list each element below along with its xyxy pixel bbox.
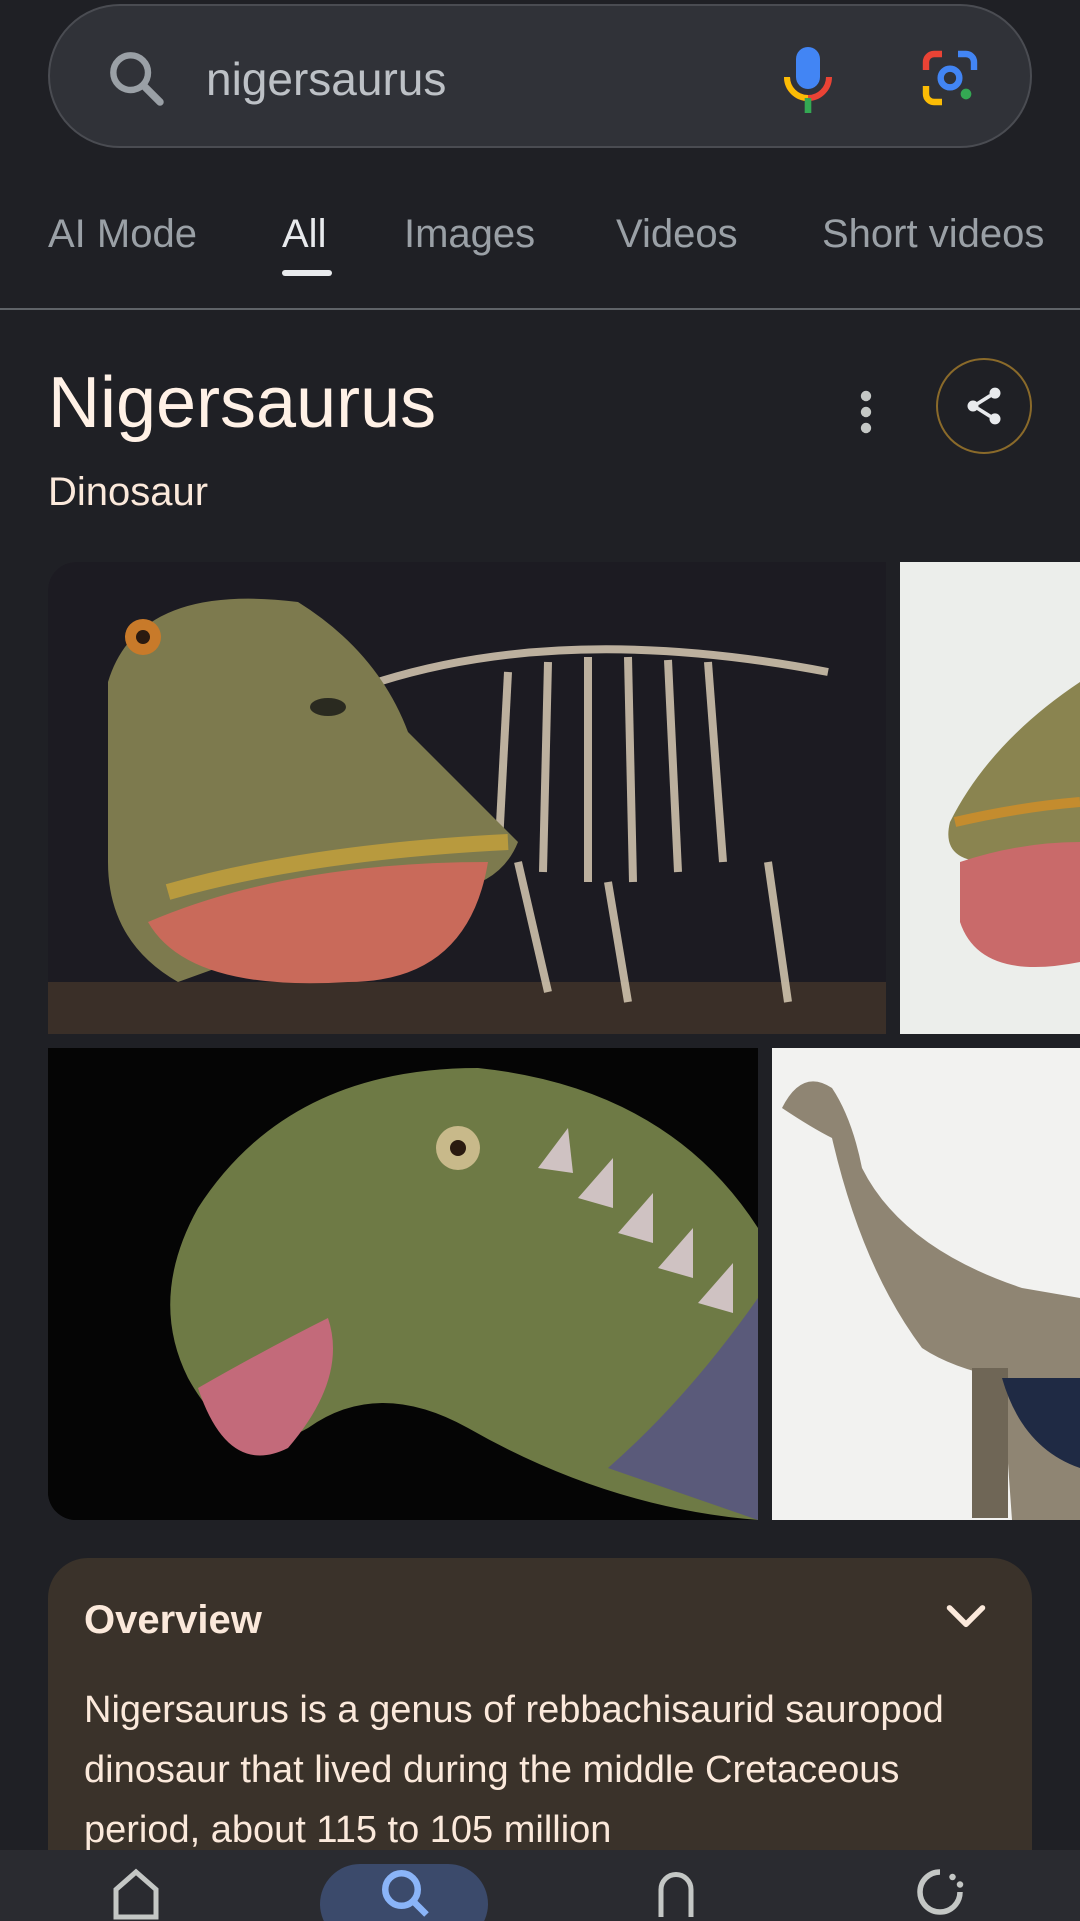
- tab-images[interactable]: Images: [404, 212, 535, 257]
- overview-text: Nigersaurus is a genus of rebbachisaurid…: [84, 1689, 944, 1851]
- tab-short-videos[interactable]: Short videos: [822, 212, 1044, 257]
- search-input[interactable]: nigersaurus: [206, 52, 446, 106]
- more-options-icon[interactable]: [854, 388, 878, 436]
- knowledge-panel-subtitle: Dinosaur: [48, 470, 209, 514]
- activity-icon[interactable]: [910, 1862, 970, 1921]
- share-icon: [967, 387, 1001, 425]
- tab-ai-mode[interactable]: AI Mode: [48, 212, 197, 257]
- microphone-icon[interactable]: [778, 44, 838, 116]
- search-bar[interactable]: nigersaurus: [48, 4, 1032, 148]
- chevron-down-icon[interactable]: [944, 1602, 988, 1632]
- nigersaurus-model-and-skeleton-illustration: [48, 562, 886, 1034]
- share-button[interactable]: [936, 358, 1032, 454]
- dinosaur-image-2[interactable]: [900, 562, 1080, 1034]
- tab-videos[interactable]: Videos: [616, 212, 738, 257]
- overview-title: Overview: [84, 1598, 262, 1642]
- search-tabs: AI Mode All Images Videos Short videos: [0, 200, 1080, 310]
- active-tab-indicator: [282, 270, 332, 276]
- tab-all[interactable]: All: [282, 212, 326, 257]
- search-icon: [110, 52, 164, 106]
- nigersaurus-head-profile-illustration: [48, 1048, 758, 1520]
- knowledge-panel-title: Nigersaurus: [48, 363, 437, 443]
- dinosaur-image-3[interactable]: [48, 1048, 758, 1520]
- google-lens-icon[interactable]: [918, 46, 982, 110]
- bottom-navigation: [0, 1850, 1080, 1921]
- dinosaur-image-1[interactable]: [48, 562, 886, 1034]
- dinosaur-image-4[interactable]: [772, 1048, 1080, 1520]
- home-icon[interactable]: [106, 1862, 166, 1921]
- search-nav-icon[interactable]: [374, 1862, 434, 1921]
- notifications-icon[interactable]: [646, 1862, 706, 1921]
- nigersaurus-full-body-illustration: [772, 1048, 1080, 1520]
- nigersaurus-head-closeup-illustration: [900, 562, 1080, 1034]
